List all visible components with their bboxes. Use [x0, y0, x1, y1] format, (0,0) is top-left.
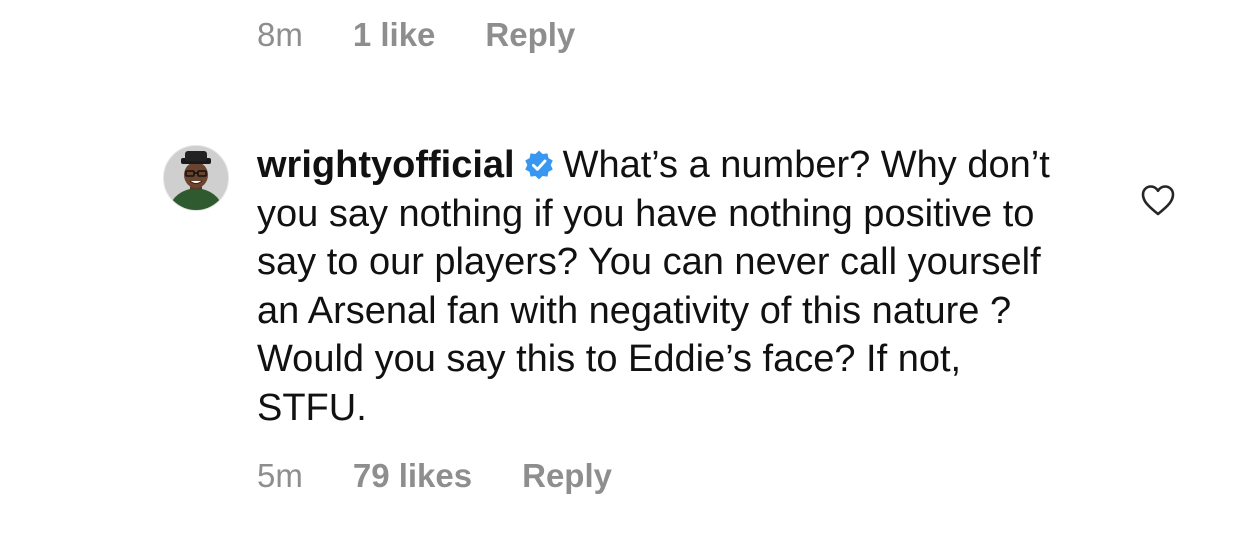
comment-body: wrightyofficial What’s a number? Why don…: [257, 141, 1067, 432]
comment-username[interactable]: wrightyofficial: [257, 144, 515, 186]
heart-outline-icon[interactable]: [1140, 183, 1176, 217]
comment-time: 5m: [257, 457, 303, 494]
reply-button[interactable]: Reply: [485, 18, 575, 51]
comment-likes-count[interactable]: 1 like: [353, 18, 436, 51]
comment-time: 8m: [257, 16, 303, 53]
reply-button[interactable]: Reply: [522, 459, 612, 492]
avatar[interactable]: [163, 145, 229, 211]
previous-comment-meta: 8m 1 like Reply: [257, 18, 625, 51]
avatar-image: [164, 146, 228, 210]
comment-meta: 5m 79 likes Reply: [257, 459, 662, 492]
comment-text: What’s a number? Why don’t you say nothi…: [257, 144, 1050, 429]
verified-badge-icon: [524, 150, 553, 180]
comment-likes-count[interactable]: 79 likes: [353, 459, 472, 492]
